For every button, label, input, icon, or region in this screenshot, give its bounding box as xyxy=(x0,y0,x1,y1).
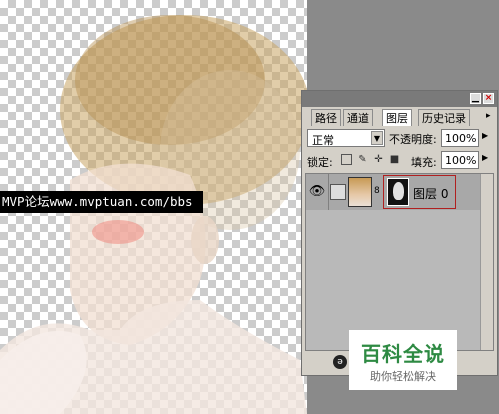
opacity-label: 不透明度: xyxy=(389,133,437,146)
fill-input[interactable]: 100% xyxy=(441,151,479,169)
eye-icon[interactable]: 👁 xyxy=(306,174,329,210)
move-lock-icon[interactable]: ✛ xyxy=(373,154,384,165)
layer-row[interactable]: 👁 8 图层 0 xyxy=(306,174,481,210)
blend-mode-value: 正常 xyxy=(312,134,334,147)
layer-mask-selection[interactable]: 图层 0 xyxy=(383,175,456,209)
transparency-lock-icon[interactable] xyxy=(341,154,352,165)
tab-history[interactable]: 历史记录 xyxy=(418,109,470,126)
brush-lock-icon[interactable]: ✎ xyxy=(357,154,368,165)
padlock-icon[interactable]: ■ xyxy=(389,154,400,165)
layer-name[interactable]: 图层 0 xyxy=(413,185,448,202)
close-button[interactable]: × xyxy=(483,93,494,104)
layer-link-icon[interactable] xyxy=(330,184,346,200)
blend-mode-select[interactable]: 正常 ▼ xyxy=(307,129,385,147)
layers-list: 👁 8 图层 0 xyxy=(305,173,494,351)
opacity-input[interactable]: 100% xyxy=(441,129,479,147)
logo-subtitle: 助你轻松解决 xyxy=(370,370,436,383)
watermark-banner: MVP论坛www.mvptuan.com/bbs xyxy=(0,191,203,213)
fill-slider-arrow-icon[interactable]: ▶ xyxy=(482,153,488,162)
panel-menu-arrow-icon[interactable]: ▸ xyxy=(486,111,494,121)
panel-tabs: 路径 通道 图层 历史记录 ▸ xyxy=(305,109,494,127)
logo-title: 百科全说 xyxy=(361,342,445,366)
tab-paths[interactable]: 路径 xyxy=(311,109,341,126)
layer-style-icon[interactable]: ə xyxy=(333,355,347,369)
chain-icon[interactable]: 8 xyxy=(374,186,380,196)
minimize-button[interactable]: ▁ xyxy=(470,93,481,104)
chevron-down-icon[interactable]: ▼ xyxy=(371,131,383,145)
site-logo: 百科全说 助你轻松解决 xyxy=(349,330,457,390)
lock-label: 锁定: xyxy=(307,156,333,169)
panel-title-bar[interactable]: ▁ × xyxy=(302,91,497,107)
tab-channels[interactable]: 通道 xyxy=(343,109,373,126)
mask-thumbnail[interactable] xyxy=(387,178,409,206)
layer-thumbnail[interactable] xyxy=(348,177,372,207)
fill-label: 填充: xyxy=(411,156,437,169)
tab-layers[interactable]: 图层 xyxy=(382,109,412,126)
scrollbar[interactable] xyxy=(480,174,493,350)
opacity-slider-arrow-icon[interactable]: ▶ xyxy=(482,131,488,140)
document-canvas[interactable]: MVP论坛www.mvptuan.com/bbs xyxy=(0,0,307,414)
